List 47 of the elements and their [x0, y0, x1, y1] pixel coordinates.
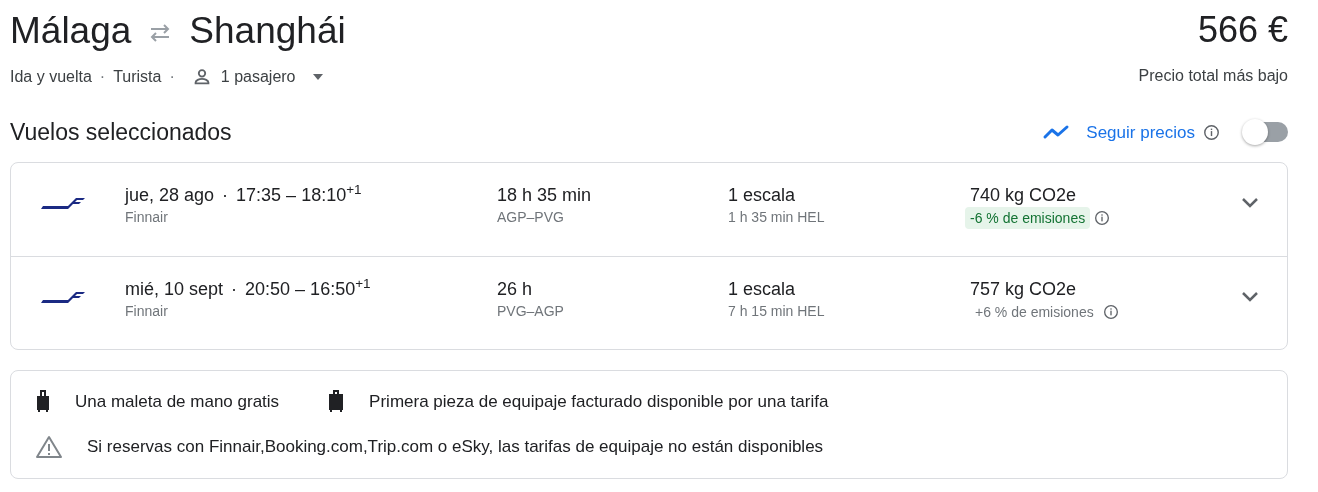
trend-line-icon: [1042, 124, 1071, 141]
info-icon[interactable]: [1203, 123, 1220, 141]
baggage-note: Primera pieza de equipaje facturado disponible por una tarifa: [369, 390, 829, 413]
separator-dot: ·: [169, 67, 175, 87]
flight-times: 17:35 – 18:10$^{+1}$: [236, 182, 362, 207]
dropdown-caret-icon: [311, 73, 324, 81]
flight-date: jue, 28 ago: [125, 183, 215, 207]
airline-name: Finnair: [125, 207, 169, 227]
emissions-change: -6 % de emisiones: [965, 206, 1091, 229]
layover-info: 1 h 35 min HEL: [728, 207, 826, 227]
flight-date: mié, 10 sept: [125, 277, 224, 301]
separator-dot: ·: [99, 67, 106, 87]
flight-duration: 26 h: [497, 277, 534, 301]
carry-on-bag-icon: [35, 389, 51, 414]
destination-city: Shanghái: [189, 12, 346, 49]
emissions-amount: 757 kg CO2e: [970, 277, 1078, 301]
separator-dot: ·: [231, 277, 238, 301]
separator-dot: ·: [222, 183, 229, 207]
flight-duration: 18 h 35 min: [497, 183, 593, 207]
airline-logo-icon: [41, 197, 85, 210]
airport-codes: AGP–PVG: [497, 207, 565, 227]
layover-info: 7 h 15 min HEL: [728, 301, 826, 321]
track-prices-link[interactable]: Seguir precios: [1042, 119, 1195, 145]
airport-codes: PVG–AGP: [497, 301, 565, 321]
airline-logo-icon: [41, 291, 85, 304]
toggle-switch[interactable]: [1244, 122, 1288, 143]
info-icon[interactable]: [1102, 303, 1119, 320]
emissions-change: +6 % de emisiones: [974, 302, 1095, 322]
info-icon[interactable]: [1094, 209, 1111, 226]
emissions-amount: 740 kg CO2e: [970, 183, 1078, 207]
flight-times: 20:50 – 16:50$^{+1}$: [245, 276, 371, 301]
stops-count: 1 escala: [728, 183, 797, 207]
expand-chevron-icon[interactable]: [1241, 291, 1259, 304]
suitcase-icon: [327, 389, 346, 414]
baggage-note: Una maleta de mano gratis: [75, 390, 280, 413]
trip-type[interactable]: Ida y vuelta: [10, 65, 92, 89]
price-caption: Precio total más bajo: [1138, 66, 1288, 86]
expand-chevron-icon[interactable]: [1241, 197, 1259, 210]
warning-icon: [35, 434, 63, 459]
passenger-selector[interactable]: 1 pasajero: [190, 65, 324, 89]
section-title: Vuelos seleccionados: [10, 118, 232, 147]
baggage-note: Si reservas con Finnair,Booking.com,Trip.com o eSky, las tarifas de equipaje no están disponibles: [87, 436, 824, 458]
total-price: 566 €: [1196, 12, 1288, 48]
origin-city: Málaga: [10, 12, 132, 49]
airline-name: Finnair: [125, 301, 169, 321]
cabin-class[interactable]: Turista: [113, 65, 162, 89]
stops-count: 1 escala: [728, 277, 797, 301]
